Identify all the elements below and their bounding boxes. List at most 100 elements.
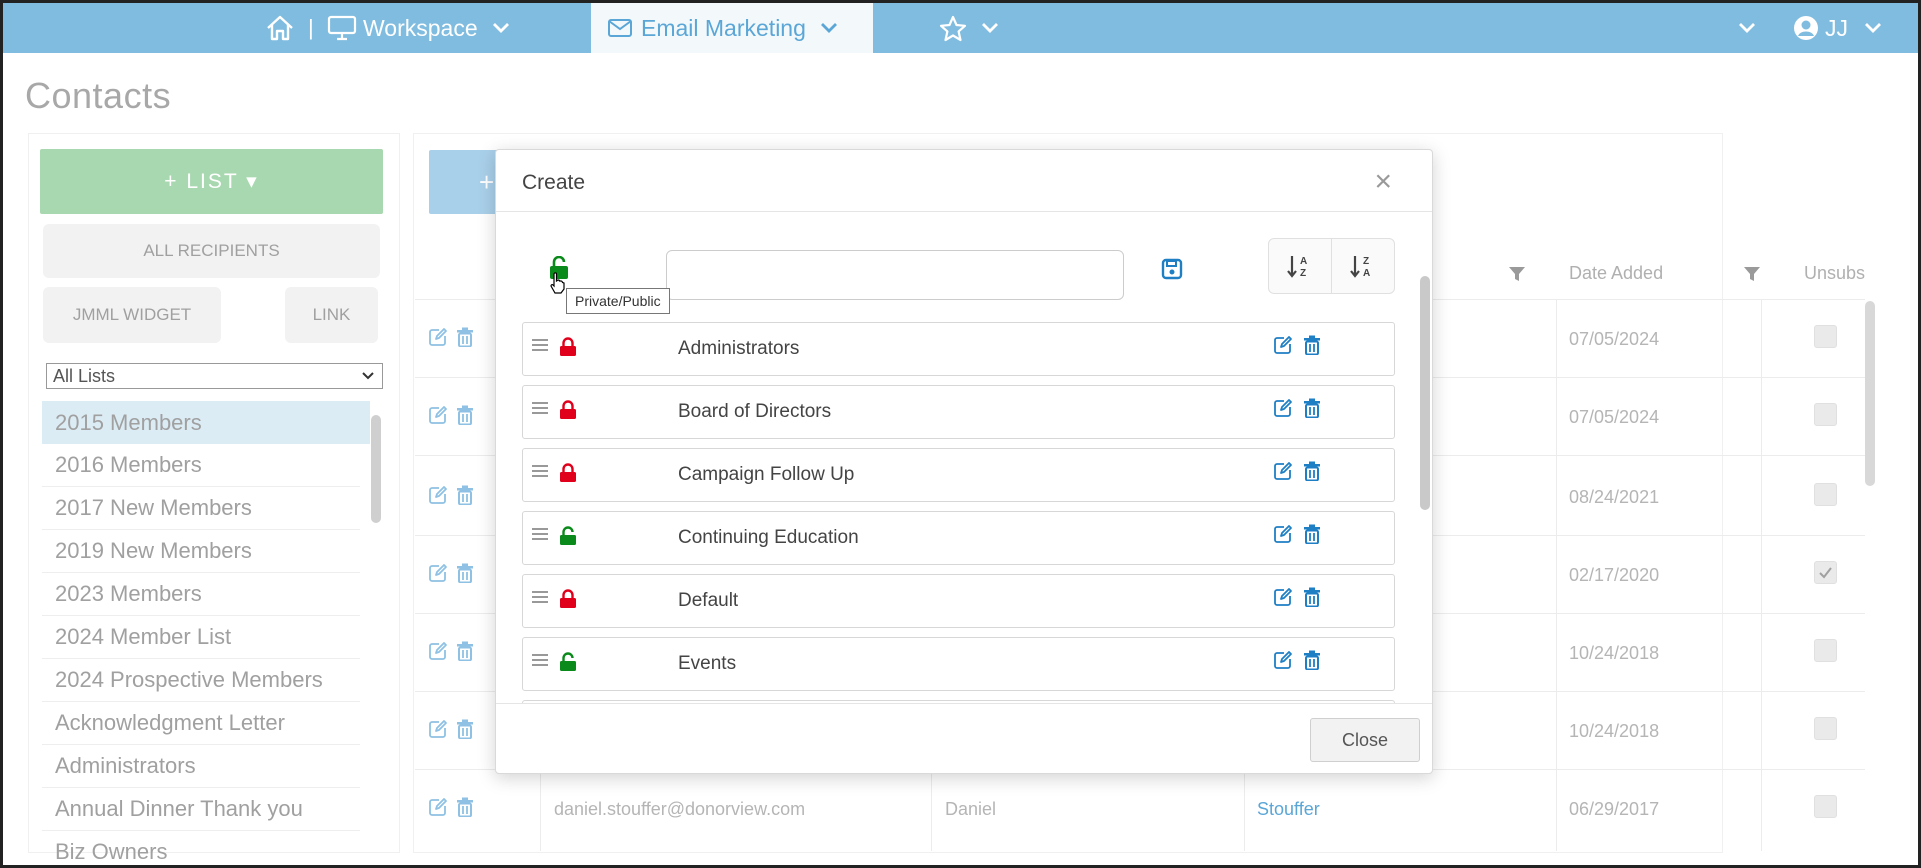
lock-icon[interactable] [559,400,577,420]
modal-footer: Close [496,703,1432,773]
table-row-actions [428,641,474,661]
lock-icon[interactable] [559,589,577,609]
unsubscribed-checkbox[interactable] [1814,561,1837,584]
add-list-button[interactable]: + LIST ▾ [40,149,383,214]
trash-icon[interactable] [456,563,474,583]
date-added-cell: 10/24/2018 [1569,643,1660,663]
edit-icon[interactable] [1273,398,1293,418]
trash-icon[interactable] [1303,335,1321,355]
sidebar-list-item[interactable]: 2024 Member List [42,616,360,659]
trash-icon[interactable] [1303,524,1321,544]
edit-icon[interactable] [1273,335,1293,355]
edit-icon[interactable] [428,719,448,739]
drag-handle-icon[interactable] [531,526,549,542]
link-button[interactable]: LINK [285,287,378,343]
filter-icon[interactable] [1743,265,1761,283]
trash-icon[interactable] [1303,461,1321,481]
list-row-actions [1273,398,1321,418]
close-button[interactable]: Close [1310,718,1420,762]
list-name: Campaign Follow Up [678,464,855,485]
unsubscribed-checkbox[interactable] [1814,717,1837,740]
sidebar-list-item[interactable]: Annual Dinner Thank you [42,788,360,831]
sort-alpha-down-icon: AZ [1287,256,1307,279]
user-menu[interactable]: JJ [1793,3,1882,53]
sidebar-list-item[interactable]: 2016 Members [42,444,360,487]
user-initials: JJ [1825,14,1848,41]
edit-icon[interactable] [428,797,448,817]
unlock-icon[interactable] [559,652,577,672]
sidebar-list-item[interactable]: 2015 Members [42,401,370,444]
notifications-menu[interactable] [1738,3,1756,53]
edit-icon[interactable] [1273,650,1293,670]
edit-icon[interactable] [428,485,448,505]
unsubscribed-checkbox[interactable] [1814,403,1837,426]
unlock-icon[interactable] [559,526,577,546]
home-icon[interactable] [265,3,295,53]
edit-icon[interactable] [1273,461,1293,481]
unsubscribed-checkbox[interactable] [1814,483,1837,506]
trash-icon[interactable] [456,327,474,347]
save-icon[interactable] [1161,258,1183,285]
list-filter-select[interactable]: All Lists [46,363,383,389]
modal-close-button[interactable]: × [1374,165,1392,199]
sidebar-scrollbar[interactable] [371,415,381,523]
drag-handle-icon[interactable] [531,652,549,668]
unsubscribed-checkbox[interactable] [1814,639,1837,662]
unsubscribed-checkbox[interactable] [1814,325,1837,348]
drag-handle-icon[interactable] [531,400,549,416]
trash-icon[interactable] [1303,398,1321,418]
last-name-link[interactable]: Stouffer [1257,799,1320,820]
unsubscribed-header[interactable]: Unsubs [1804,263,1865,284]
filter-icon[interactable] [1508,265,1526,283]
list-row-actions [1273,650,1321,670]
sidebar-list-item[interactable]: 2017 New Members [42,487,360,530]
lock-icon[interactable] [559,463,577,483]
table-row-actions [428,797,474,817]
unsubscribed-checkbox[interactable] [1814,795,1837,818]
sort-ascending-button[interactable]: AZ [1269,239,1331,293]
sidebar-list-item[interactable]: 2023 Members [42,573,360,616]
check-icon [1819,567,1832,579]
edit-icon[interactable] [1273,524,1293,544]
trash-icon[interactable] [456,797,474,817]
page-title: Contacts [25,75,172,116]
email-marketing-menu[interactable]: Email Marketing [591,3,873,53]
trash-icon[interactable] [456,641,474,661]
sidebar-list-item[interactable]: Acknowledgment Letter [42,702,360,745]
list-name-input[interactable] [666,250,1124,300]
sort-descending-button[interactable]: ZA [1331,239,1394,293]
sidebar-list-item[interactable]: Administrators [42,745,360,788]
table-scrollbar[interactable] [1865,301,1875,486]
date-added-header[interactable]: Date Added [1569,263,1663,284]
jmml-widget-button[interactable]: JMML WIDGET [43,287,221,343]
trash-icon[interactable] [456,405,474,425]
lock-icon[interactable] [559,337,577,357]
date-added-cell: 08/24/2021 [1569,487,1660,507]
date-added-cell: 10/24/2018 [1569,721,1660,741]
edit-icon[interactable] [428,563,448,583]
list-name: Default [678,590,739,611]
all-recipients-button[interactable]: ALL RECIPIENTS [43,224,380,278]
date-added-cell: 07/05/2024 [1569,329,1660,349]
workspace-menu[interactable]: Workspace [327,3,510,53]
list-row: Campaign Follow Up [522,448,1395,502]
sidebar-list-item[interactable]: Biz Owners [42,831,360,868]
list-name: Administrators [678,338,800,359]
modal-scrollbar[interactable] [1420,276,1430,510]
trash-icon[interactable] [1303,587,1321,607]
trash-icon[interactable] [456,485,474,505]
edit-icon[interactable] [428,405,448,425]
sidebar-list-item[interactable]: 2024 Prospective Members [42,659,360,702]
edit-icon[interactable] [428,641,448,661]
trash-icon[interactable] [1303,650,1321,670]
drag-handle-icon[interactable] [531,589,549,605]
trash-icon[interactable] [456,719,474,739]
svg-text:Z: Z [1363,256,1369,267]
edit-icon[interactable] [1273,587,1293,607]
favorites-menu[interactable] [939,3,999,53]
drag-handle-icon[interactable] [531,463,549,479]
edit-icon[interactable] [428,327,448,347]
drag-handle-icon[interactable] [531,337,549,353]
nav-separator: | [308,15,314,40]
sidebar-list-item[interactable]: 2019 New Members [42,530,360,573]
